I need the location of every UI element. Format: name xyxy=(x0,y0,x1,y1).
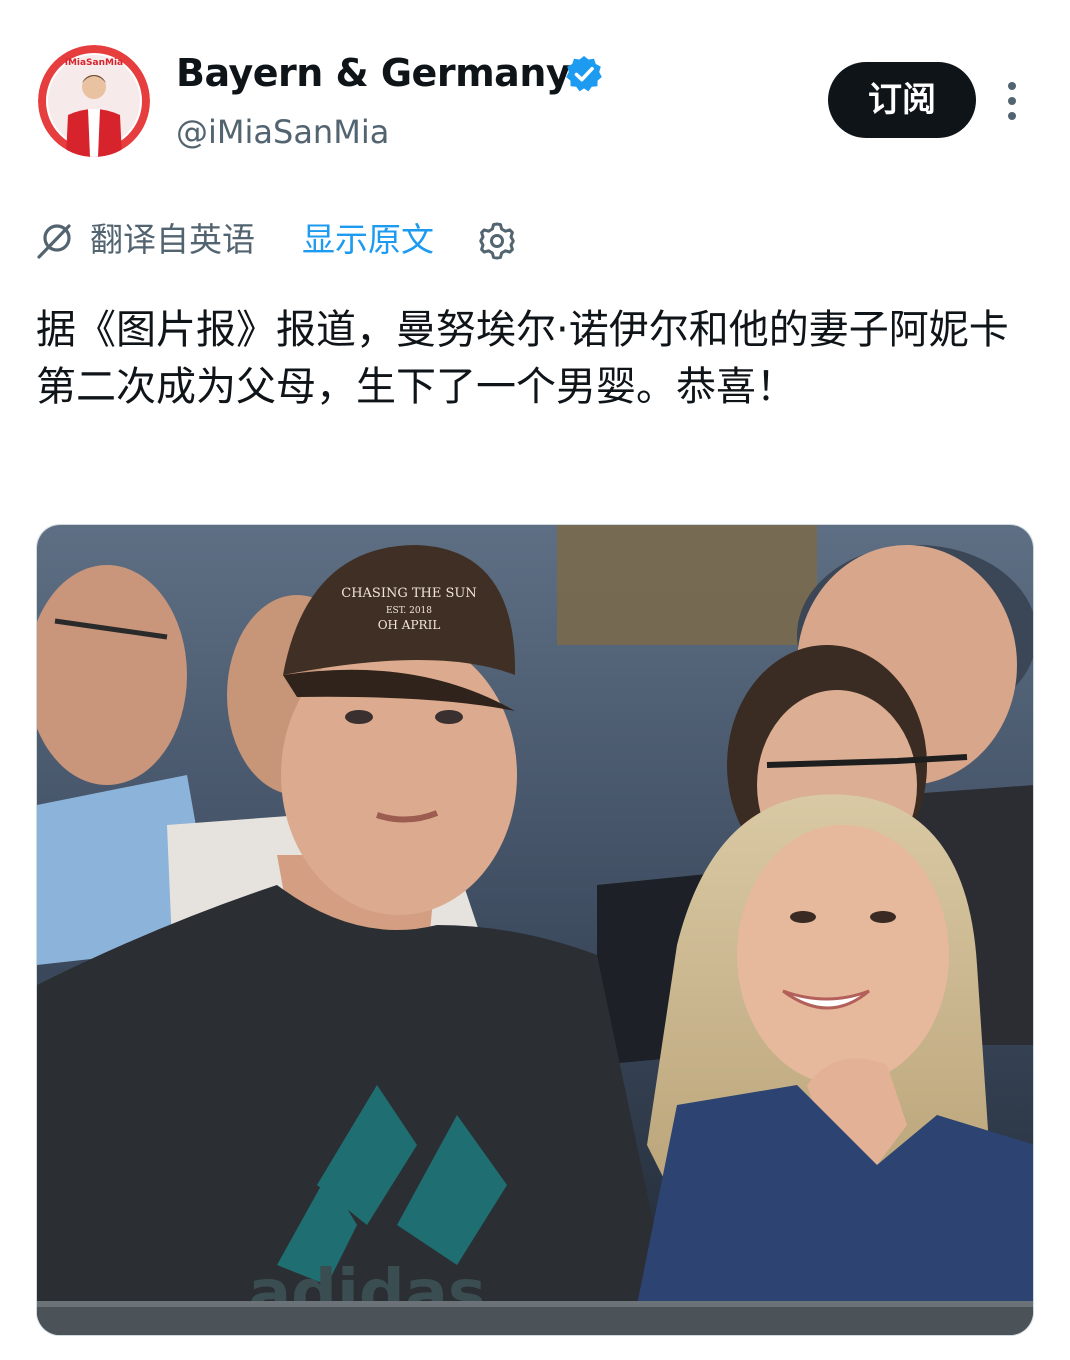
translation-label: 翻译自英语 xyxy=(90,220,255,259)
translation-bar: 翻译自英语 显示原文 xyxy=(36,210,736,270)
subscribe-button[interactable]: 订阅 xyxy=(828,62,976,138)
tweet-text: 据《图片报》报道，曼努埃尔·诺伊尔和他的妻子阿妮卡第二次成为父母，生下了一个男婴… xyxy=(36,307,1009,410)
dot xyxy=(1008,97,1016,105)
tweet-header: iMiaSanMia Bayern & Germany @iMiaSanMia … xyxy=(0,0,1070,180)
dot xyxy=(1008,82,1016,90)
more-vertical-icon[interactable] xyxy=(996,78,1028,124)
cap-text-line2: EST. 2018 xyxy=(386,606,432,616)
avatar-image: iMiaSanMia xyxy=(38,45,150,157)
user-handle[interactable]: @iMiaSanMia xyxy=(176,110,389,154)
tweet-photo[interactable]: CHASING THE SUN EST. 2018 OH APRIL adida… xyxy=(36,524,1034,1336)
dot xyxy=(1008,112,1016,120)
photo-illustration: CHASING THE SUN EST. 2018 OH APRIL adida… xyxy=(37,525,1033,1335)
background-spectator xyxy=(557,525,817,645)
avatar-badge-text: iMiaSanMia xyxy=(65,58,123,68)
avatar[interactable]: iMiaSanMia xyxy=(38,45,150,157)
display-name[interactable]: Bayern & Germany xyxy=(176,48,571,98)
verified-badge-icon xyxy=(566,56,602,92)
show-original-link[interactable]: 显示原文 xyxy=(302,218,434,262)
translate-icon xyxy=(37,224,71,259)
cap-text-line1: CHASING THE SUN xyxy=(341,586,476,601)
woman-face xyxy=(737,825,949,1085)
gear-icon[interactable] xyxy=(476,220,518,262)
cap-text-line3: OH APRIL xyxy=(378,618,441,632)
